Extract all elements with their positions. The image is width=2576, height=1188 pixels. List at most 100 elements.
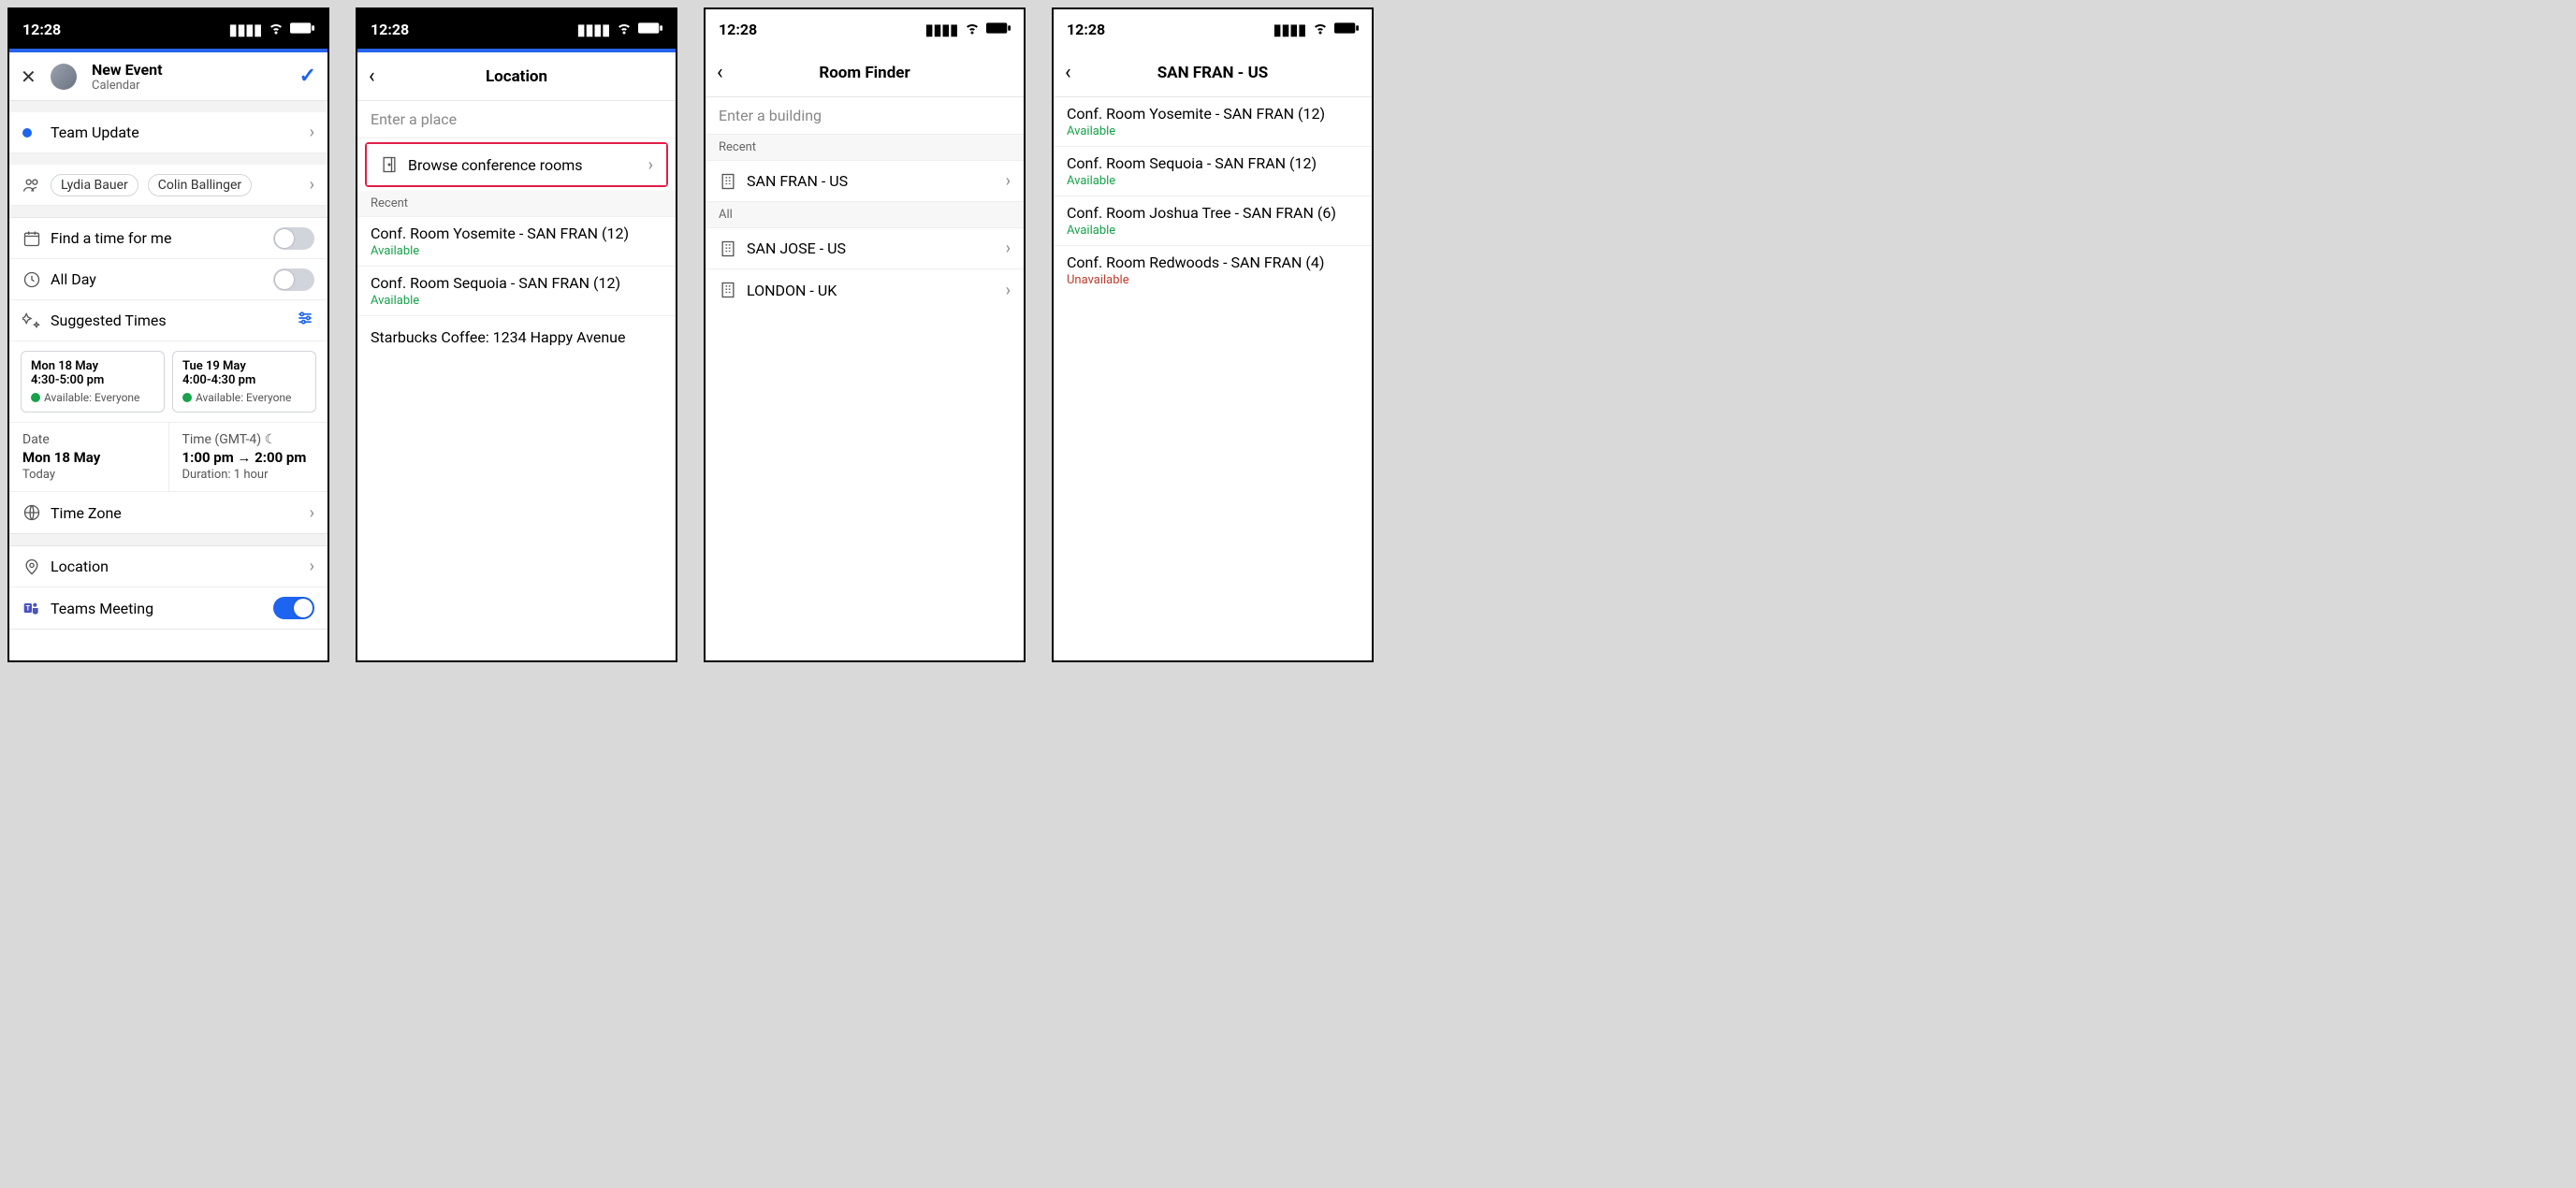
room-item[interactable]: Conf. Room Joshua Tree - SAN FRAN (6) Av… — [1054, 196, 1372, 246]
room-status: Available — [371, 294, 419, 308]
close-icon[interactable]: ✕ — [21, 65, 43, 88]
wifi-icon — [616, 19, 633, 39]
event-title-row[interactable]: Team Update › — [9, 112, 327, 153]
teams-meeting-toggle[interactable] — [273, 597, 314, 619]
building-item[interactable]: LONDON - UK › — [706, 269, 1024, 311]
room-status: Available — [371, 244, 419, 258]
signal-icon: ▮▮▮▮ — [229, 21, 262, 38]
wifi-icon — [268, 19, 284, 39]
room-name: Conf. Room Yosemite - SAN FRAN (12) — [1067, 105, 1325, 123]
all-day-toggle[interactable] — [273, 268, 314, 291]
room-status: Available — [1067, 124, 1115, 138]
chevron-right-icon: › — [310, 557, 314, 576]
datetime-row: Date Mon 18 May Today Time (GMT-4) ☾ 1:0… — [9, 422, 327, 492]
location-label: Location — [51, 558, 310, 575]
building-item[interactable]: SAN FRAN - US › — [706, 161, 1024, 202]
signal-icon: ▮▮▮▮ — [1273, 21, 1306, 38]
room-name: Conf. Room Sequoia - SAN FRAN (12) — [1067, 154, 1317, 172]
suggested-times-label: Suggested Times — [51, 311, 296, 329]
status-bar: 12:28 ▮▮▮▮ — [1054, 9, 1372, 49]
attendee-chip[interactable]: Lydia Bauer — [51, 174, 138, 196]
status-time: 12:28 — [719, 21, 757, 38]
page-title: Room Finder — [819, 64, 910, 82]
room-status: Available — [1067, 224, 1115, 238]
building-name: LONDON - UK — [747, 282, 1006, 299]
wifi-icon — [964, 19, 981, 39]
building-item[interactable]: SAN JOSE - US › — [706, 228, 1024, 269]
battery-icon — [638, 21, 662, 38]
page-title: SAN FRAN - US — [1157, 64, 1269, 82]
suggested-time-card[interactable]: Mon 18 May 4:30-5:00 pm Available: Every… — [21, 351, 165, 413]
time-duration: Duration: 1 hour — [182, 468, 315, 482]
building-header: ‹ SAN FRAN - US — [1054, 49, 1372, 97]
building-name: SAN JOSE - US — [747, 239, 1006, 257]
chevron-right-icon: › — [1006, 239, 1011, 258]
location-icon — [22, 558, 51, 576]
status-time: 12:28 — [371, 21, 409, 38]
battery-icon — [1334, 21, 1359, 38]
date-value: Mon 18 May — [22, 449, 155, 466]
status-icons: ▮▮▮▮ — [577, 19, 662, 39]
globe-icon — [22, 503, 51, 522]
status-time: 12:28 — [22, 21, 61, 38]
browse-rooms-label: Browse conference rooms — [408, 156, 648, 174]
status-bar: 12:28 ▮▮▮▮ — [706, 9, 1024, 49]
all-section-label: All — [706, 202, 1024, 228]
status-bar: 12:28 ▮▮▮▮ — [357, 9, 676, 49]
all-day-row[interactable]: All Day — [9, 259, 327, 300]
signal-icon: ▮▮▮▮ — [925, 21, 958, 38]
room-item[interactable]: Conf. Room Redwoods - SAN FRAN (4) Unava… — [1054, 246, 1372, 295]
location-row[interactable]: Location › — [9, 546, 327, 587]
find-time-toggle[interactable] — [273, 227, 314, 250]
chevron-right-icon: › — [1006, 281, 1011, 300]
clock-icon — [22, 270, 51, 289]
place-input[interactable]: Enter a place — [357, 101, 676, 138]
suggested-times-row[interactable]: Suggested Times — [9, 300, 327, 341]
sparkle-icon — [22, 311, 51, 330]
chevron-right-icon: › — [310, 503, 314, 523]
sugg-date: Tue 19 May — [182, 359, 306, 373]
recent-section-label: Recent — [706, 135, 1024, 161]
date-column[interactable]: Date Mon 18 May Today — [9, 423, 168, 491]
moon-icon: ☾ — [265, 432, 277, 447]
room-item[interactable]: Conf. Room Yosemite - SAN FRAN (12) Avai… — [1054, 97, 1372, 147]
browse-rooms-row[interactable]: Browse conference rooms › — [367, 144, 666, 185]
room-finder-header: ‹ Room Finder — [706, 49, 1024, 97]
wifi-icon — [1312, 19, 1329, 39]
calendar-search-icon — [22, 229, 51, 248]
teams-icon: T — [22, 599, 51, 617]
header-subtitle: Calendar — [92, 79, 162, 93]
time-column[interactable]: Time (GMT-4) ☾ 1:00 pm → 2:00 pm Duratio… — [168, 423, 328, 491]
building-icon — [719, 239, 747, 258]
chevron-right-icon: › — [648, 155, 653, 175]
svg-text:T: T — [26, 604, 31, 613]
chevron-right-icon: › — [310, 175, 314, 195]
recent-room-item[interactable]: Conf. Room Yosemite - SAN FRAN (12) Avai… — [357, 217, 676, 267]
save-check-icon[interactable]: ✓ — [299, 65, 316, 88]
chevron-right-icon: › — [1006, 171, 1011, 191]
attendee-chip[interactable]: Colin Ballinger — [148, 174, 252, 196]
timezone-row[interactable]: Time Zone › — [9, 492, 327, 533]
signal-icon: ▮▮▮▮ — [577, 21, 610, 38]
location-screen: 12:28 ▮▮▮▮ ‹ Location Enter a place Brow… — [356, 7, 677, 662]
teams-meeting-row[interactable]: T Teams Meeting — [9, 587, 327, 629]
room-item[interactable]: Conf. Room Sequoia - SAN FRAN (12) Avail… — [1054, 147, 1372, 196]
recent-room-item[interactable]: Conf. Room Sequoia - SAN FRAN (12) Avail… — [357, 267, 676, 316]
status-icons: ▮▮▮▮ — [229, 19, 314, 39]
filter-icon[interactable] — [296, 309, 314, 332]
recent-place-item[interactable]: Starbucks Coffee: 1234 Happy Avenue — [357, 316, 676, 357]
status-bar: 12:28 ▮▮▮▮ — [9, 9, 327, 49]
find-time-row[interactable]: Find a time for me — [9, 218, 327, 259]
back-icon[interactable]: ‹ — [717, 61, 745, 84]
avatar — [51, 64, 77, 90]
attendees-row[interactable]: Lydia Bauer Colin Ballinger › — [9, 165, 327, 206]
room-name: Conf. Room Sequoia - SAN FRAN (12) — [371, 274, 620, 292]
back-icon[interactable]: ‹ — [1065, 61, 1093, 84]
building-input[interactable]: Enter a building — [706, 97, 1024, 135]
back-icon[interactable]: ‹ — [369, 65, 397, 88]
available-dot-icon — [31, 393, 40, 402]
suggested-times-cards: Mon 18 May 4:30-5:00 pm Available: Every… — [9, 341, 327, 422]
sugg-date: Mon 18 May — [31, 359, 154, 373]
building-icon — [719, 281, 747, 299]
suggested-time-card[interactable]: Tue 19 May 4:00-4:30 pm Available: Every… — [172, 351, 316, 413]
